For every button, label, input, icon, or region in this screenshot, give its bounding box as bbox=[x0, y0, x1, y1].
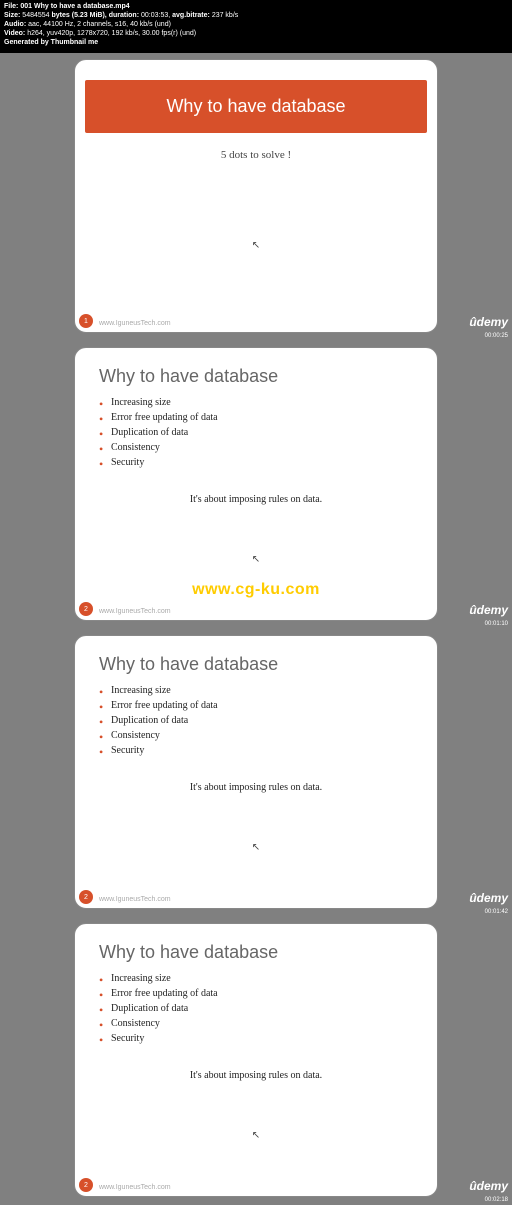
thumbnail-frame: Why to have database Increasing size Error… bbox=[0, 341, 512, 629]
page-number: 2 bbox=[79, 602, 93, 616]
meta-file-value: 001 Why to have a database.mp4 bbox=[20, 3, 129, 10]
meta-br-label: avg.bitrate: bbox=[170, 12, 212, 19]
bullet-list: Increasing size Error free updating of da… bbox=[99, 685, 427, 756]
bullet-item: Consistency bbox=[99, 1018, 427, 1029]
bullet-item: Duplication of data bbox=[99, 715, 427, 726]
meta-dur-value: 00:03:53, bbox=[141, 12, 170, 19]
bullet-item: Security bbox=[99, 457, 427, 468]
thumbnail-frame: Why to have database Increasing size Error… bbox=[0, 917, 512, 1205]
bullet-item: Error free updating of data bbox=[99, 988, 427, 999]
slide: Why to have database 5 dots to solve ! ↖ 1w… bbox=[74, 59, 438, 333]
bullet-list: Increasing size Error free updating of da… bbox=[99, 973, 427, 1044]
udemy-logo: ûdemy bbox=[469, 315, 508, 329]
bullet-item: Error free updating of data bbox=[99, 412, 427, 423]
slide-rule-text: It's about imposing rules on data. bbox=[85, 494, 427, 505]
meta-dur-label: duration: bbox=[109, 12, 141, 19]
bullet-item: Increasing size bbox=[99, 685, 427, 696]
udemy-logo: ûdemy bbox=[469, 603, 508, 617]
slide-rule-text: It's about imposing rules on data. bbox=[85, 1070, 427, 1081]
frame-timestamp: 00:00:25 bbox=[485, 333, 508, 339]
slide: Why to have database Increasing size Error… bbox=[74, 635, 438, 909]
meta-audio-label: Audio: bbox=[4, 21, 28, 28]
bullet-item: Duplication of data bbox=[99, 427, 427, 438]
meta-bytes: bytes (5.23 MiB), bbox=[50, 12, 109, 19]
cursor-icon: ↖ bbox=[252, 554, 260, 565]
slide-subtitle: 5 dots to solve ! bbox=[85, 149, 427, 161]
slide-footer-url: www.IguneusTech.com bbox=[99, 320, 171, 327]
bullet-item: Consistency bbox=[99, 442, 427, 453]
thumbnail-frame: Why to have database 5 dots to solve ! ↖ 1w… bbox=[0, 53, 512, 341]
meta-video-label: Video: bbox=[4, 30, 27, 37]
slide-title-banner: Why to have database bbox=[85, 80, 427, 133]
file-metadata: File: 001 Why to have a database.mp4 Siz… bbox=[0, 0, 512, 49]
bullet-item: Consistency bbox=[99, 730, 427, 741]
meta-br-value: 237 kb/s bbox=[212, 12, 238, 19]
thumbnail-frame: Why to have database Increasing size Error… bbox=[0, 629, 512, 917]
slide: Why to have database Increasing size Error… bbox=[74, 347, 438, 621]
udemy-logo: ûdemy bbox=[469, 891, 508, 905]
page-number: 1 bbox=[79, 314, 93, 328]
cursor-icon: ↖ bbox=[252, 842, 260, 853]
meta-file-label: File: bbox=[4, 3, 20, 10]
frame-timestamp: 00:01:42 bbox=[485, 909, 508, 915]
meta-generated: Generated by Thumbnail me bbox=[4, 39, 98, 46]
slide-footer-url: www.IguneusTech.com bbox=[99, 896, 171, 903]
bullet-list: Increasing size Error free updating of da… bbox=[99, 397, 427, 468]
slide-heading: Why to have database bbox=[99, 942, 427, 963]
bullet-item: Error free updating of data bbox=[99, 700, 427, 711]
slide-heading: Why to have database bbox=[99, 654, 427, 675]
slide-footer-url: www.IguneusTech.com bbox=[99, 608, 171, 615]
meta-size-value: 5484554 bbox=[22, 12, 49, 19]
slide-heading: Why to have database bbox=[99, 366, 427, 387]
udemy-logo: ûdemy bbox=[469, 1179, 508, 1193]
bullet-item: Duplication of data bbox=[99, 1003, 427, 1014]
bullet-item: Security bbox=[99, 745, 427, 756]
meta-audio-value: aac, 44100 Hz, 2 channels, s16, 40 kb/s … bbox=[28, 21, 171, 28]
frame-timestamp: 00:01:10 bbox=[485, 621, 508, 627]
page-number: 2 bbox=[79, 1178, 93, 1192]
cursor-icon: ↖ bbox=[252, 240, 260, 251]
bullet-item: Increasing size bbox=[99, 397, 427, 408]
bullet-item: Increasing size bbox=[99, 973, 427, 984]
meta-size-label: Size: bbox=[4, 12, 22, 19]
cursor-icon: ↖ bbox=[252, 1130, 260, 1141]
meta-video-value: h264, yuv420p, 1278x720, 192 kb/s, 30.00… bbox=[27, 30, 196, 37]
slide-rule-text: It's about imposing rules on data. bbox=[85, 782, 427, 793]
slide: Why to have database Increasing size Error… bbox=[74, 923, 438, 1197]
thumbnail-grid: Why to have database5 dots to solve !↖1w… bbox=[0, 53, 512, 1205]
slide-footer-url: www.IguneusTech.com bbox=[99, 1184, 171, 1191]
frame-timestamp: 00:02:18 bbox=[485, 1197, 508, 1203]
page-number: 2 bbox=[79, 890, 93, 904]
watermark: www.cg-ku.com bbox=[192, 581, 320, 599]
bullet-item: Security bbox=[99, 1033, 427, 1044]
